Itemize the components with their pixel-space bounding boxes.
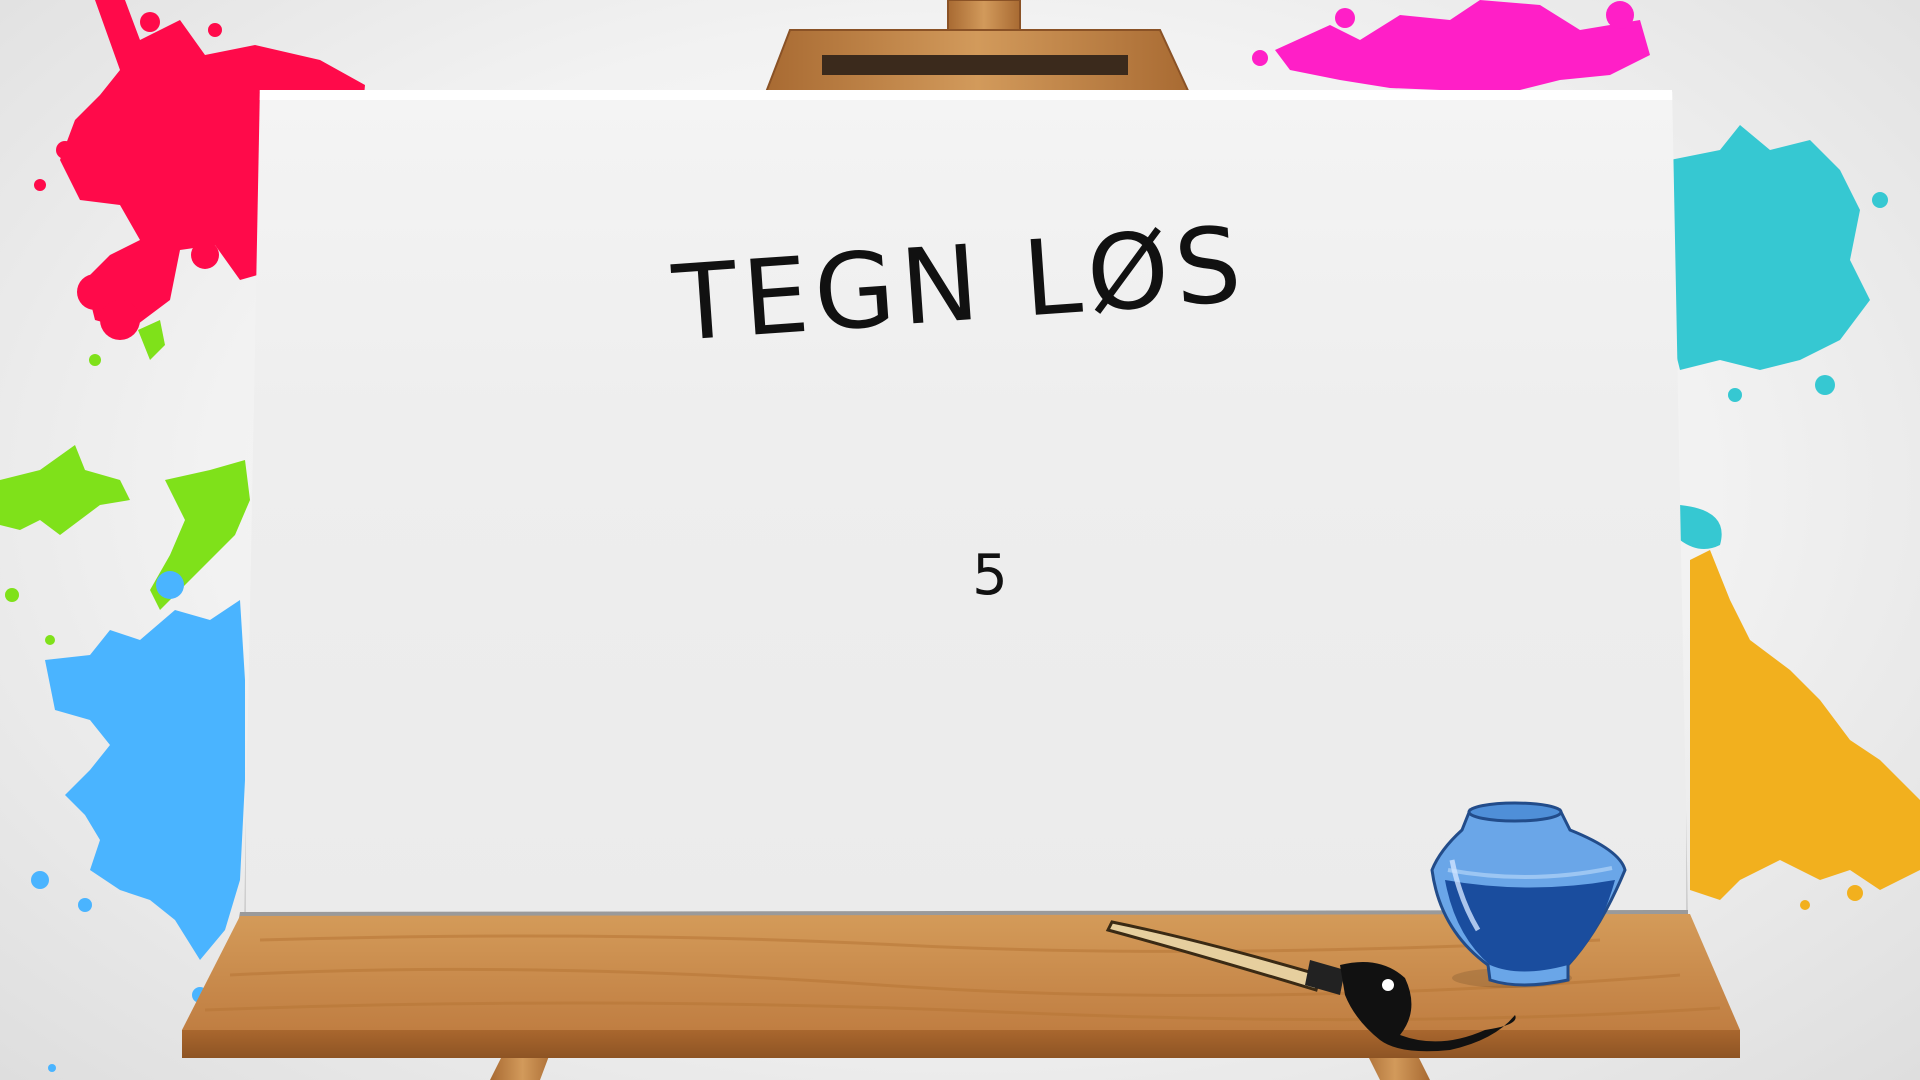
ink-jar-icon xyxy=(1430,801,1627,988)
countdown-number: 5 xyxy=(972,543,1008,608)
